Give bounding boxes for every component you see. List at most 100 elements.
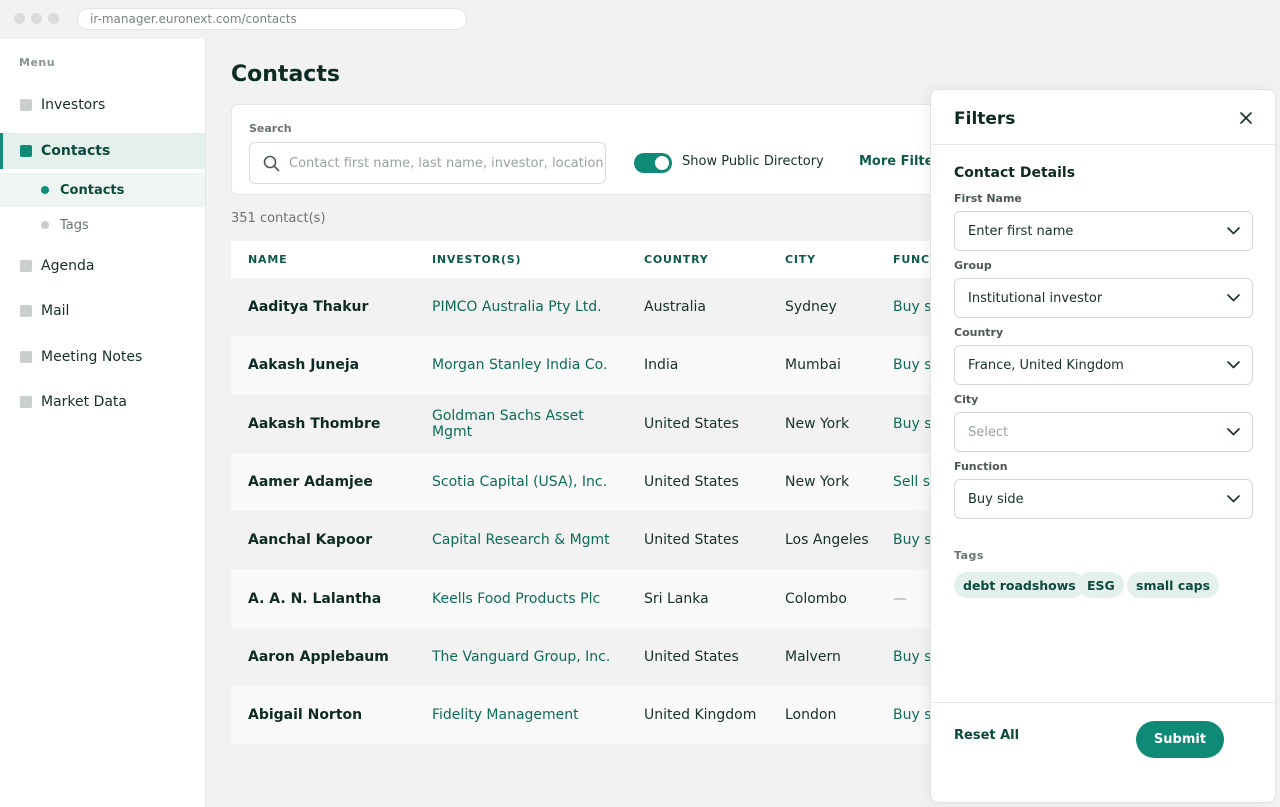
table-row[interactable]: A. A. N. Lalantha Keells Food Products P… bbox=[231, 569, 931, 628]
country-cell: United States bbox=[644, 415, 739, 432]
function-cell: — bbox=[893, 590, 907, 607]
sidebar: Menu Investors Contacts Contacts Tags Ag… bbox=[0, 39, 206, 807]
city-cell: Colombo bbox=[785, 590, 847, 607]
contact-name[interactable]: Aakash Juneja bbox=[231, 357, 415, 373]
column-header-function[interactable]: FUNCTION bbox=[876, 253, 931, 266]
investor-link[interactable]: Keells Food Products Plc bbox=[415, 591, 627, 607]
investor-link[interactable]: Scotia Capital (USA), Inc. bbox=[415, 474, 627, 490]
city-cell: New York bbox=[785, 415, 850, 432]
search-card: Search Show Public Directory More Filter… bbox=[231, 104, 951, 195]
search-input[interactable] bbox=[289, 155, 605, 171]
table-row[interactable]: Aakash Thombre Goldman Sachs Asset Mgmt … bbox=[231, 394, 931, 453]
public-directory-toggle[interactable] bbox=[634, 153, 672, 173]
contact-name[interactable]: Abigail Norton bbox=[231, 707, 415, 723]
chevron-down-icon bbox=[1227, 227, 1240, 235]
contact-name[interactable]: Aakash Thombre bbox=[231, 416, 415, 432]
sidebar-item-contacts[interactable]: Contacts bbox=[0, 133, 205, 169]
table-row[interactable]: Abigail Norton Fidelity Management Unite… bbox=[231, 686, 931, 745]
country-cell: United Kingdom bbox=[644, 707, 757, 724]
sidebar-item-label: Agenda bbox=[41, 258, 95, 274]
first-name-value: Enter first name bbox=[968, 223, 1074, 239]
country-cell: Australia bbox=[644, 299, 706, 316]
city-cell: New York bbox=[785, 474, 850, 491]
address-bar[interactable]: ir-manager.euronext.com/contacts bbox=[77, 8, 467, 30]
panel-footer-divider bbox=[931, 702, 1275, 703]
window-maximize-dot[interactable] bbox=[48, 13, 59, 24]
table-row[interactable]: Aaron Applebaum The Vanguard Group, Inc.… bbox=[231, 627, 931, 687]
table-row[interactable]: Aanchal Kapoor Capital Research & Mgmt U… bbox=[231, 511, 931, 570]
tag-chip[interactable]: ESG bbox=[1078, 572, 1124, 598]
sidebar-subitem-label: Contacts bbox=[60, 182, 125, 198]
search-icon bbox=[263, 155, 280, 171]
function-cell: Buy side bbox=[893, 648, 931, 665]
contact-name[interactable]: A. A. N. Lalantha bbox=[231, 591, 415, 607]
sidebar-item-investors[interactable]: Investors bbox=[0, 87, 205, 123]
investor-link[interactable]: Goldman Sachs Asset Mgmt bbox=[415, 408, 627, 440]
sidebar-item-meeting-notes[interactable]: Meeting Notes bbox=[0, 339, 205, 375]
chevron-down-icon bbox=[1227, 294, 1240, 302]
close-icon[interactable] bbox=[1239, 111, 1253, 125]
bullet-icon bbox=[41, 221, 49, 229]
table-row[interactable]: Aamer Adamjee Scotia Capital (USA), Inc.… bbox=[231, 452, 931, 512]
sidebar-subitem-label: Tags bbox=[60, 217, 89, 233]
function-cell: Buy side bbox=[893, 357, 931, 374]
submit-button[interactable]: Submit bbox=[1136, 721, 1224, 758]
bullet-icon bbox=[41, 186, 49, 194]
table-row[interactable]: Aakash Juneja Morgan Stanley India Co. I… bbox=[231, 336, 931, 395]
search-box[interactable] bbox=[249, 142, 606, 184]
window-close-dot[interactable] bbox=[14, 13, 25, 24]
city-cell: Sydney bbox=[785, 299, 837, 316]
contact-name[interactable]: Aamer Adamjee bbox=[231, 474, 415, 490]
search-label: Search bbox=[249, 122, 292, 135]
column-header-investors[interactable]: INVESTOR(S) bbox=[415, 253, 627, 266]
investor-link[interactable]: The Vanguard Group, Inc. bbox=[415, 649, 627, 665]
chevron-down-icon bbox=[1227, 495, 1240, 503]
tag-chip[interactable]: small caps bbox=[1127, 572, 1220, 598]
sidebar-subitem-tags[interactable]: Tags bbox=[0, 208, 205, 242]
function-cell: Buy side bbox=[893, 415, 931, 432]
function-value: Buy side bbox=[968, 491, 1024, 507]
country-select[interactable]: France, United Kingdom bbox=[954, 345, 1253, 385]
table-row[interactable]: Aaditya Thakur PIMCO Australia Pty Ltd. … bbox=[231, 278, 931, 337]
group-label: Group bbox=[954, 259, 992, 272]
function-cell: Buy side bbox=[893, 707, 931, 724]
function-cell: Buy side bbox=[893, 299, 931, 316]
toggle-label: Show Public Directory bbox=[682, 154, 824, 169]
tag-chip[interactable]: debt roadshows bbox=[954, 572, 1085, 598]
sidebar-item-market-data[interactable]: Market Data bbox=[0, 384, 205, 420]
sidebar-subitem-contacts[interactable]: Contacts bbox=[0, 173, 205, 207]
contact-name[interactable]: Aaron Applebaum bbox=[231, 649, 415, 665]
filters-panel: Filters Contact Details First Name Enter… bbox=[930, 89, 1276, 803]
sidebar-item-label: Investors bbox=[41, 97, 106, 113]
investor-link[interactable]: Capital Research & Mgmt bbox=[415, 532, 627, 548]
function-label: Function bbox=[954, 460, 1008, 473]
sidebar-item-label: Market Data bbox=[41, 394, 128, 410]
function-select[interactable]: Buy side bbox=[954, 479, 1253, 519]
agenda-icon bbox=[20, 260, 32, 272]
sidebar-item-label: Meeting Notes bbox=[41, 349, 143, 365]
market-data-icon bbox=[20, 396, 32, 408]
investor-link[interactable]: Fidelity Management bbox=[415, 707, 627, 723]
city-select[interactable]: Select bbox=[954, 412, 1253, 452]
contact-name[interactable]: Aanchal Kapoor bbox=[231, 532, 415, 548]
first-name-label: First Name bbox=[954, 192, 1022, 205]
country-label: Country bbox=[954, 326, 1004, 339]
column-header-country[interactable]: COUNTRY bbox=[627, 253, 768, 266]
function-cell: Buy side bbox=[893, 532, 931, 549]
column-header-city[interactable]: CITY bbox=[768, 253, 876, 266]
meeting-notes-icon bbox=[20, 351, 32, 363]
first-name-select[interactable]: Enter first name bbox=[954, 211, 1253, 251]
sidebar-item-agenda[interactable]: Agenda bbox=[0, 248, 205, 284]
window-minimize-dot[interactable] bbox=[31, 13, 42, 24]
contact-name[interactable]: Aaditya Thakur bbox=[231, 299, 415, 315]
investor-link[interactable]: Morgan Stanley India Co. bbox=[415, 357, 627, 373]
group-select[interactable]: Institutional investor bbox=[954, 278, 1253, 318]
column-header-name[interactable]: NAME bbox=[231, 253, 415, 266]
sidebar-item-mail[interactable]: Mail bbox=[0, 293, 205, 329]
sidebar-item-label: Mail bbox=[41, 303, 70, 319]
reset-all-button[interactable]: Reset All bbox=[954, 728, 1019, 743]
city-cell: London bbox=[785, 707, 837, 724]
investor-link[interactable]: PIMCO Australia Pty Ltd. bbox=[415, 299, 627, 315]
country-cell: United States bbox=[644, 648, 739, 665]
mail-icon bbox=[20, 305, 32, 317]
